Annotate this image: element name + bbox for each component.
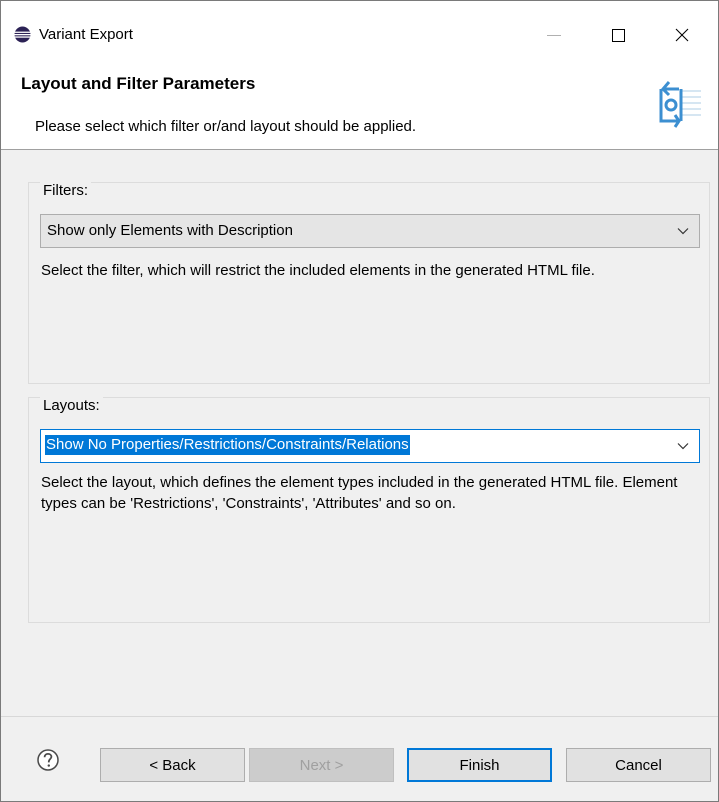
next-button[interactable]: Next >: [249, 748, 394, 782]
title-bar: Variant Export: [1, 1, 718, 65]
filter-select-value: Show only Elements with Description: [47, 222, 293, 239]
eclipse-icon: [14, 26, 31, 43]
maximize-button[interactable]: [595, 15, 641, 55]
filters-group-label: Filters:: [40, 181, 91, 201]
layouts-group-label: Layouts:: [40, 396, 103, 416]
layouts-group: Layouts: Show No Properties/Restrictions…: [28, 396, 710, 623]
wizard-header: Layout and Filter Parameters Please sele…: [1, 65, 718, 150]
help-icon[interactable]: [37, 749, 59, 771]
chevron-down-icon: [677, 443, 689, 450]
page-description: Please select which filter or/and layout…: [35, 118, 417, 135]
maximize-icon: [611, 28, 625, 42]
minimize-button[interactable]: [531, 15, 577, 55]
close-button[interactable]: [659, 15, 705, 55]
back-button[interactable]: < Back: [100, 748, 245, 782]
finish-button[interactable]: Finish: [407, 748, 552, 782]
export-refresh-icon: [659, 81, 701, 128]
minimize-icon: [547, 34, 561, 36]
chevron-down-icon: [677, 228, 689, 235]
window-title: Variant Export: [39, 26, 133, 43]
layout-select-value: Show No Properties/Restrictions/Constrai…: [45, 435, 410, 455]
variant-export-dialog: Variant Export Layout and Filter Paramet…: [0, 0, 719, 802]
filter-select[interactable]: Show only Elements with Description: [40, 214, 700, 248]
filters-group: Filters: Show only Elements with Descrip…: [28, 181, 710, 384]
cancel-button[interactable]: Cancel: [566, 748, 711, 782]
button-bar-separator: [1, 716, 718, 717]
filters-description: Select the filter, which will restrict t…: [41, 262, 595, 279]
close-icon: [675, 28, 689, 42]
layouts-description: Select the layout, which defines the ele…: [41, 474, 678, 512]
layout-select[interactable]: Show No Properties/Restrictions/Constrai…: [40, 429, 700, 463]
page-title: Layout and Filter Parameters: [21, 74, 256, 93]
